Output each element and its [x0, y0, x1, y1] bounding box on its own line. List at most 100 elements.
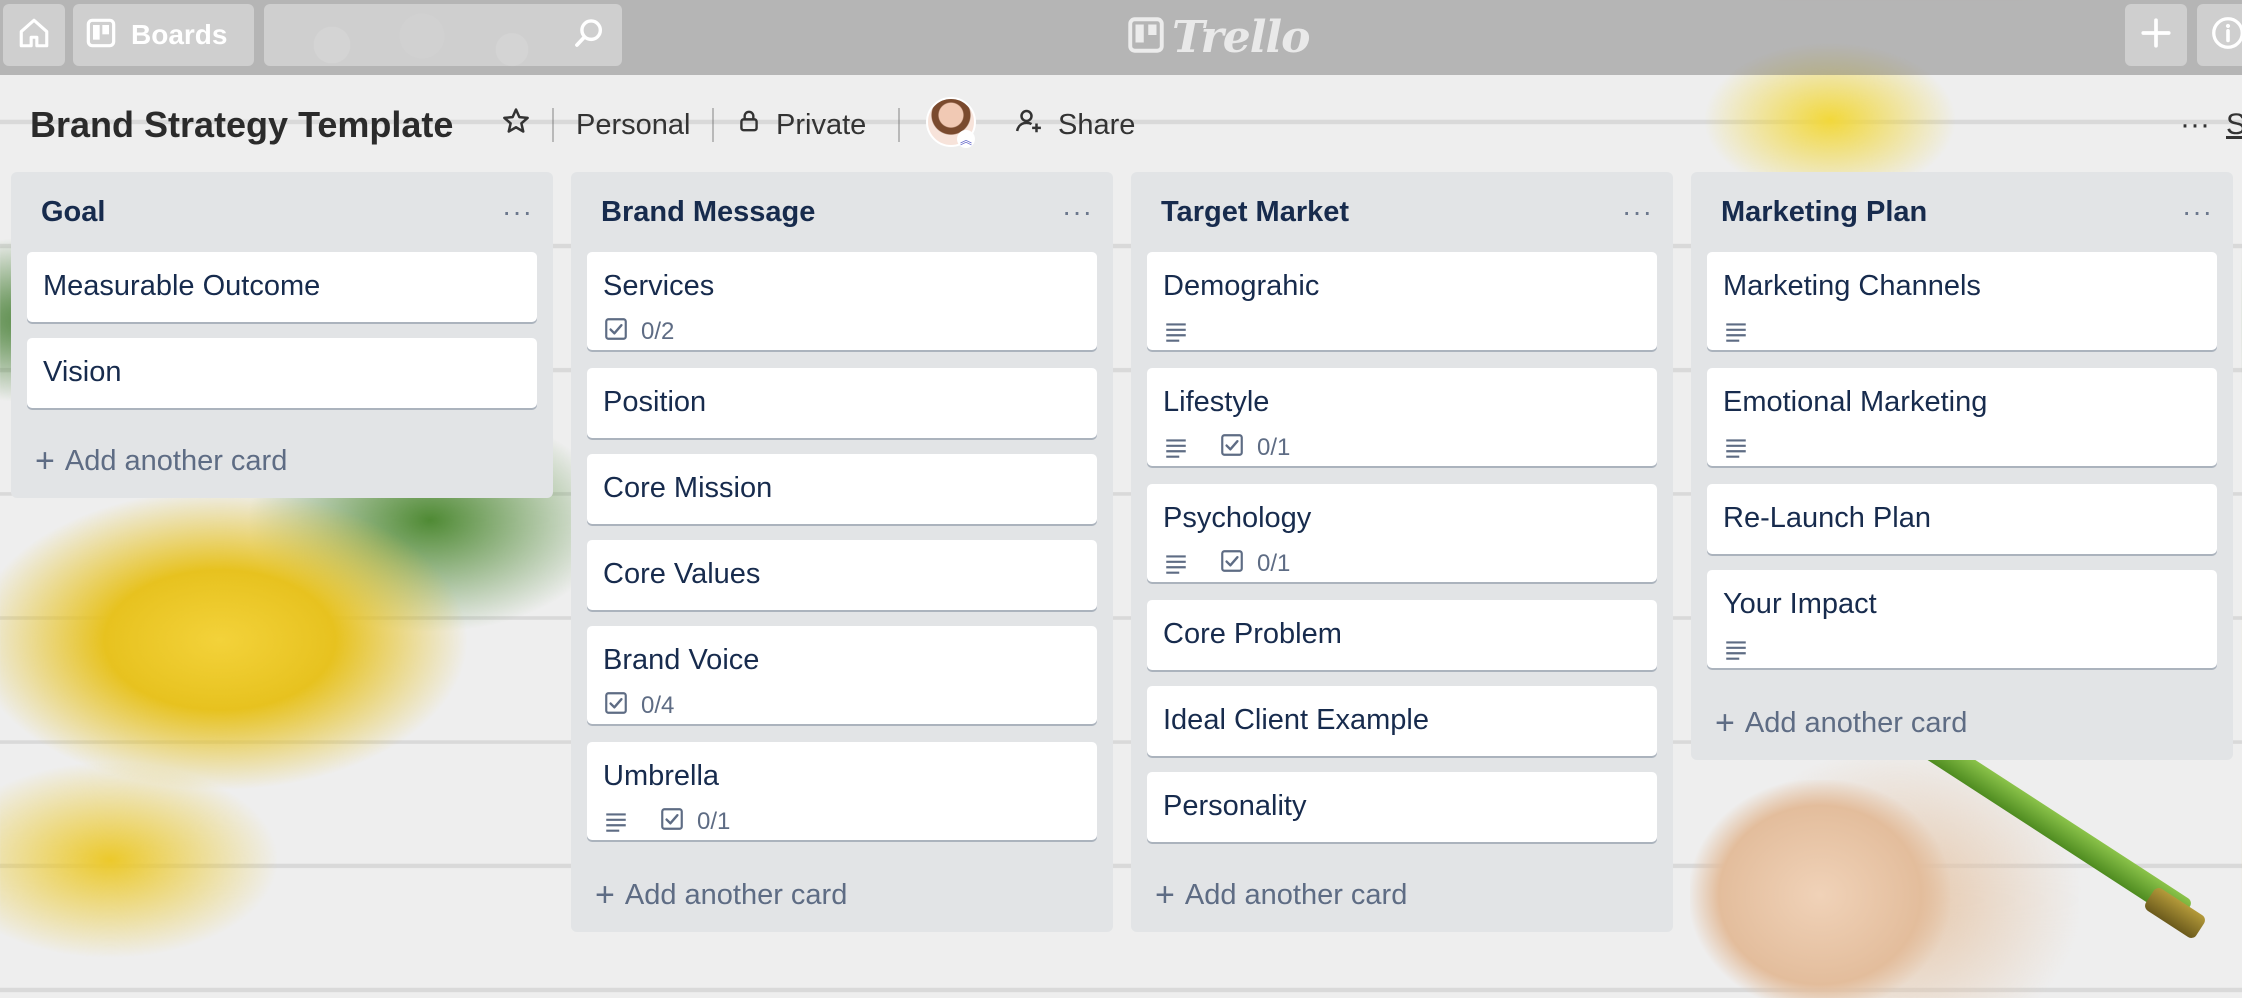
list-menu-icon[interactable]: ··· — [502, 196, 533, 228]
card-title: Vision — [43, 356, 122, 388]
description-icon — [1723, 637, 1749, 663]
checklist-badge: 0/1 — [1219, 432, 1290, 465]
list-title[interactable]: Target Market — [1161, 196, 1349, 229]
card[interactable]: Marketing Channels — [1707, 252, 2217, 350]
list-menu-icon[interactable]: ··· — [1622, 196, 1653, 228]
card-badges: 0/2 — [603, 314, 1081, 350]
list-header: Marketing Plan ··· — [1707, 172, 2217, 252]
checkbox-icon — [659, 806, 685, 839]
card-badges: 0/1 — [1163, 546, 1641, 582]
board-more-icon[interactable]: ··· — [2180, 95, 2210, 155]
card[interactable]: Lifestyle 0/1 — [1147, 368, 1657, 466]
card[interactable]: Core Problem — [1147, 600, 1657, 670]
trello-logo[interactable]: Trello — [1128, 12, 1310, 63]
card-badges: 0/4 — [603, 688, 1081, 724]
home-button[interactable] — [3, 4, 65, 66]
card[interactable]: Emotional Marketing — [1707, 368, 2217, 466]
plus-icon: + — [1715, 703, 1735, 742]
boards-button[interactable]: Boards — [73, 4, 254, 66]
add-card-button[interactable]: + Add another card — [1707, 686, 2217, 760]
card-title: Personality — [1163, 790, 1307, 822]
card[interactable]: Personality — [1147, 772, 1657, 842]
trello-logo-icon — [1128, 17, 1164, 58]
list-header: Brand Message ··· — [587, 172, 1097, 252]
checkbox-icon — [1219, 432, 1245, 465]
boards-icon — [85, 17, 117, 54]
card[interactable]: Psychology 0/1 — [1147, 484, 1657, 582]
card[interactable]: Services 0/2 — [587, 252, 1097, 350]
share-button[interactable]: Share — [1014, 95, 1135, 155]
lock-icon — [736, 108, 762, 142]
checkbox-icon — [1219, 548, 1245, 581]
description-icon — [1163, 319, 1189, 345]
team-button[interactable]: Personal — [576, 95, 690, 155]
checkbox-icon — [603, 690, 629, 723]
card[interactable]: Measurable Outcome — [27, 252, 537, 322]
card[interactable]: Position — [587, 368, 1097, 438]
card[interactable]: Brand Voice 0/4 — [587, 626, 1097, 724]
search-button[interactable] — [264, 4, 622, 66]
star-board-button[interactable] — [496, 95, 536, 155]
checklist-badge: 0/4 — [603, 690, 674, 723]
description-icon — [1723, 435, 1749, 461]
checklist-count: 0/4 — [641, 692, 675, 719]
add-card-label: Add another card — [64, 444, 288, 477]
checklist-badge: 0/2 — [603, 316, 674, 349]
card[interactable]: Your Impact — [1707, 570, 2217, 668]
card-badges: 0/1 — [1163, 430, 1641, 466]
add-card-button[interactable]: + Add another card — [27, 424, 537, 498]
description-icon — [603, 809, 629, 835]
description-icon — [1163, 435, 1189, 461]
card-title: Core Values — [603, 558, 761, 590]
card[interactable]: Demograhic — [1147, 252, 1657, 350]
info-button[interactable] — [2197, 4, 2242, 66]
list-menu-icon[interactable]: ··· — [1062, 196, 1093, 228]
card[interactable]: Core Mission — [587, 454, 1097, 524]
trello-logo-text: Trello — [1172, 12, 1310, 63]
top-bar: Boards Trello — [0, 0, 2242, 75]
checklist-count: 0/1 — [1257, 434, 1291, 461]
privacy-label: Private — [776, 108, 867, 141]
description-icon — [1723, 319, 1749, 345]
add-card-label: Add another card — [1184, 878, 1408, 911]
add-card-label: Add another card — [624, 878, 848, 911]
card[interactable]: Core Values — [587, 540, 1097, 610]
card[interactable]: Umbrella 0/1 — [587, 742, 1097, 840]
create-button[interactable] — [2125, 4, 2187, 66]
card-badges: 0/1 — [603, 804, 1081, 840]
checklist-badge: 0/1 — [659, 806, 730, 839]
board-title[interactable]: Brand Strategy Template — [30, 95, 453, 155]
list-menu-icon[interactable]: ··· — [2182, 196, 2213, 228]
list-header: Target Market ··· — [1147, 172, 1657, 252]
add-card-label: Add another card — [1744, 706, 1968, 739]
list-target-market: Target Market ··· Demograhic Lifestyle 0/1 Ps… — [1131, 172, 1673, 932]
info-icon — [2210, 15, 2242, 56]
list-brand-message: Brand Message ··· Services 0/2 Position Core … — [571, 172, 1113, 932]
list-title[interactable]: Brand Message — [601, 196, 815, 229]
add-card-button[interactable]: + Add another card — [1147, 858, 1657, 932]
plus-icon: + — [1155, 875, 1175, 914]
star-icon — [501, 106, 531, 144]
checklist-count: 0/1 — [697, 808, 731, 835]
header-divider — [712, 108, 714, 142]
background-hand — [1690, 780, 1950, 998]
search-icon — [572, 16, 606, 55]
card[interactable]: Vision — [27, 338, 537, 408]
checklist-badge: 0/1 — [1219, 548, 1290, 581]
show-menu-button[interactable]: S — [2226, 95, 2242, 155]
header-divider — [552, 108, 554, 142]
share-label: Share — [1058, 108, 1136, 141]
list-title[interactable]: Goal — [41, 196, 105, 229]
card-title: Measurable Outcome — [43, 270, 321, 302]
card-title: Core Problem — [1163, 618, 1342, 650]
privacy-button[interactable]: Private — [736, 95, 866, 155]
card-title: Re-Launch Plan — [1723, 502, 1931, 534]
card[interactable]: Re-Launch Plan — [1707, 484, 2217, 554]
list-header: Goal ··· — [27, 172, 537, 252]
description-icon — [1163, 551, 1189, 577]
list-title[interactable]: Marketing Plan — [1721, 196, 1927, 229]
plus-icon: + — [35, 441, 55, 480]
add-card-button[interactable]: + Add another card — [587, 858, 1097, 932]
card[interactable]: Ideal Client Example — [1147, 686, 1657, 756]
card-badges — [1723, 632, 2201, 668]
